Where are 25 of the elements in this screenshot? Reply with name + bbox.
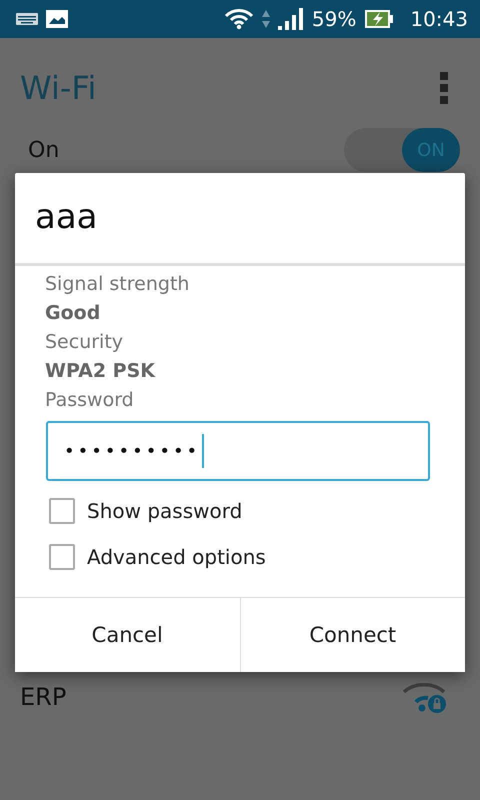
page-title: Wi-Fi xyxy=(20,69,96,107)
cell-signal-icon xyxy=(278,8,304,30)
clock: 10:43 xyxy=(410,7,468,31)
password-field[interactable]: •••••••••• xyxy=(46,421,430,481)
image-icon xyxy=(46,10,68,28)
checkbox-label: Advanced options xyxy=(87,545,266,569)
detail-label: Signal strength xyxy=(45,272,190,297)
wifi-signal-icon xyxy=(224,8,254,30)
checkbox-label: Show password xyxy=(87,499,242,523)
detail-label: Security xyxy=(45,330,124,355)
network-name: ERP xyxy=(20,683,66,711)
checkbox[interactable] xyxy=(49,544,75,570)
detail-value: WPA2 PSK xyxy=(45,359,156,384)
keyboard-icon xyxy=(16,13,38,25)
battery-percentage: 59% xyxy=(312,7,356,31)
data-arrows-icon xyxy=(262,9,270,29)
cancel-button[interactable]: Cancel xyxy=(15,598,240,672)
password-label: Password xyxy=(45,388,135,413)
wifi-toggle-label: On xyxy=(28,138,60,162)
more-options-icon[interactable] xyxy=(440,72,448,104)
checkbox[interactable] xyxy=(49,498,75,524)
detail-value: Good xyxy=(45,301,102,326)
battery-charging-icon xyxy=(364,9,394,29)
dialog-title: aaa xyxy=(34,196,99,239)
connect-button[interactable]: Connect xyxy=(240,598,465,672)
